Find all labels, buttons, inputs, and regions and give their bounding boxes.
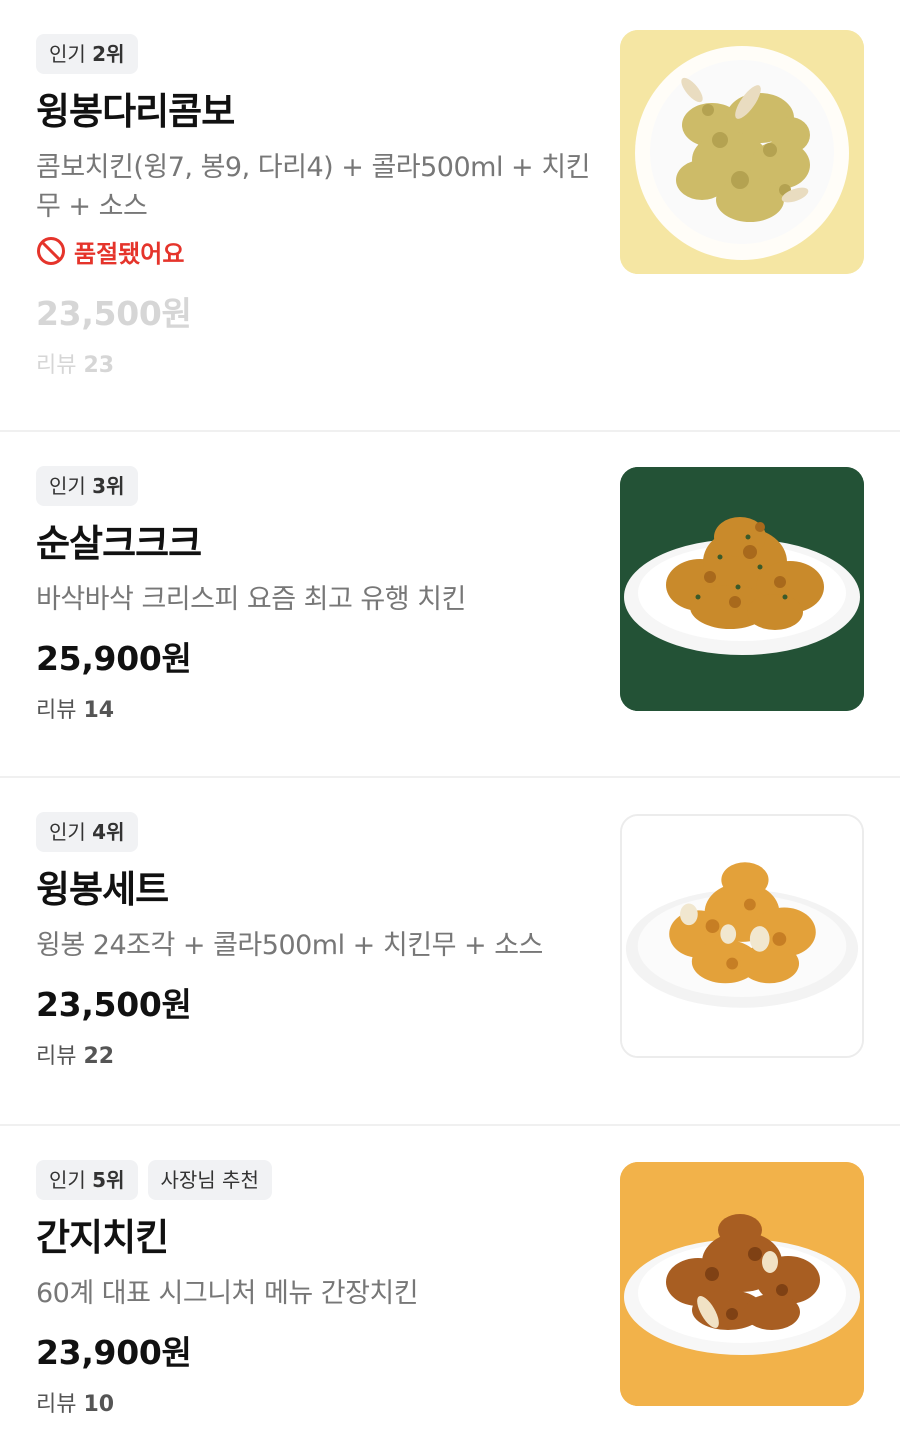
menu-item-reviews: 리뷰 23 bbox=[36, 353, 115, 378]
menu-item-description: 윙봉 24조각 + 콜라500ml + 치킨무 + 소스 bbox=[36, 930, 543, 961]
menu-item-photo[interactable] bbox=[620, 814, 864, 1058]
wings-plate-image bbox=[622, 816, 862, 1056]
menu-item-description: 바삭바삭 크리스피 요즘 최고 유행 치킨 bbox=[36, 584, 466, 615]
menu-item-info: 인기 4위 윙봉세트 윙봉 24조각 + 콜라500ml + 치킨무 + 소스 … bbox=[36, 812, 606, 1073]
menu-item-photo[interactable] bbox=[620, 1162, 864, 1406]
menu-item-info: 인기 2위 윙봉다리콤보 콤보치킨(윙7, 봉9, 다리4) + 콜라500ml… bbox=[36, 34, 606, 382]
crispy-chicken-plate-image bbox=[620, 467, 864, 711]
owner-recommend-badge: 사장님 추천 bbox=[147, 1160, 272, 1200]
menu-item-photo[interactable] bbox=[620, 30, 864, 274]
menu-item[interactable]: 인기 4위 윙봉세트 윙봉 24조각 + 콜라500ml + 치킨무 + 소스 … bbox=[0, 778, 900, 1126]
badge-row: 인기 5위 사장님 추천 bbox=[36, 1160, 606, 1200]
prohibited-icon bbox=[37, 237, 65, 265]
menu-item-photo[interactable] bbox=[620, 467, 864, 711]
menu-item-name: 순살크크크 bbox=[36, 522, 202, 565]
menu-item-name: 윙봉다리콤보 bbox=[36, 90, 235, 133]
menu-item-description: 콤보치킨(윙7, 봉9, 다리4) + 콜라500ml + 치킨무 + 소스 bbox=[36, 152, 590, 222]
menu-item-price: 23,900원 bbox=[36, 1333, 192, 1372]
sold-out-notice: 품절됐어요 bbox=[36, 232, 606, 270]
menu-item-price: 23,500원 bbox=[36, 985, 192, 1024]
sold-out-label: 품절됐어요 bbox=[74, 239, 185, 268]
menu-item-name: 간지치킨 bbox=[36, 1216, 169, 1259]
badge-row: 인기 3위 bbox=[36, 466, 606, 506]
menu-item-reviews: 리뷰 22 bbox=[36, 1044, 115, 1069]
badge-row: 인기 4위 bbox=[36, 812, 606, 852]
menu-item-price: 23,500원 bbox=[36, 294, 192, 333]
popularity-badge: 인기 3위 bbox=[36, 466, 138, 506]
menu-item[interactable]: 인기 3위 순살크크크 바삭바삭 크리스피 요즘 최고 유행 치킨 25,900… bbox=[0, 432, 900, 778]
menu-item[interactable]: 인기 2위 윙봉다리콤보 콤보치킨(윙7, 봉9, 다리4) + 콜라500ml… bbox=[0, 0, 900, 432]
menu-item-info: 인기 3위 순살크크크 바삭바삭 크리스피 요즘 최고 유행 치킨 25,900… bbox=[36, 466, 606, 727]
menu-list: 인기 2위 윙봉다리콤보 콤보치킨(윙7, 봉9, 다리4) + 콜라500ml… bbox=[0, 0, 900, 1443]
menu-item-info: 인기 5위 사장님 추천 간지치킨 60계 대표 시그니처 메뉴 간장치킨 23… bbox=[36, 1160, 606, 1421]
popularity-badge: 인기 2위 bbox=[36, 34, 138, 74]
popularity-badge: 인기 5위 bbox=[36, 1160, 138, 1200]
menu-item-reviews: 리뷰 10 bbox=[36, 1392, 115, 1417]
menu-item-reviews: 리뷰 14 bbox=[36, 698, 115, 723]
badge-row: 인기 2위 bbox=[36, 34, 606, 74]
menu-item[interactable]: 인기 5위 사장님 추천 간지치킨 60계 대표 시그니처 메뉴 간장치킨 23… bbox=[0, 1126, 900, 1443]
menu-item-description: 60계 대표 시그니처 메뉴 간장치킨 bbox=[36, 1278, 419, 1309]
menu-item-name: 윙봉세트 bbox=[36, 868, 169, 911]
popularity-badge: 인기 4위 bbox=[36, 812, 138, 852]
menu-item-price: 25,900원 bbox=[36, 639, 192, 678]
fried-chicken-plate-image bbox=[620, 30, 864, 274]
soy-chicken-plate-image bbox=[620, 1162, 864, 1406]
